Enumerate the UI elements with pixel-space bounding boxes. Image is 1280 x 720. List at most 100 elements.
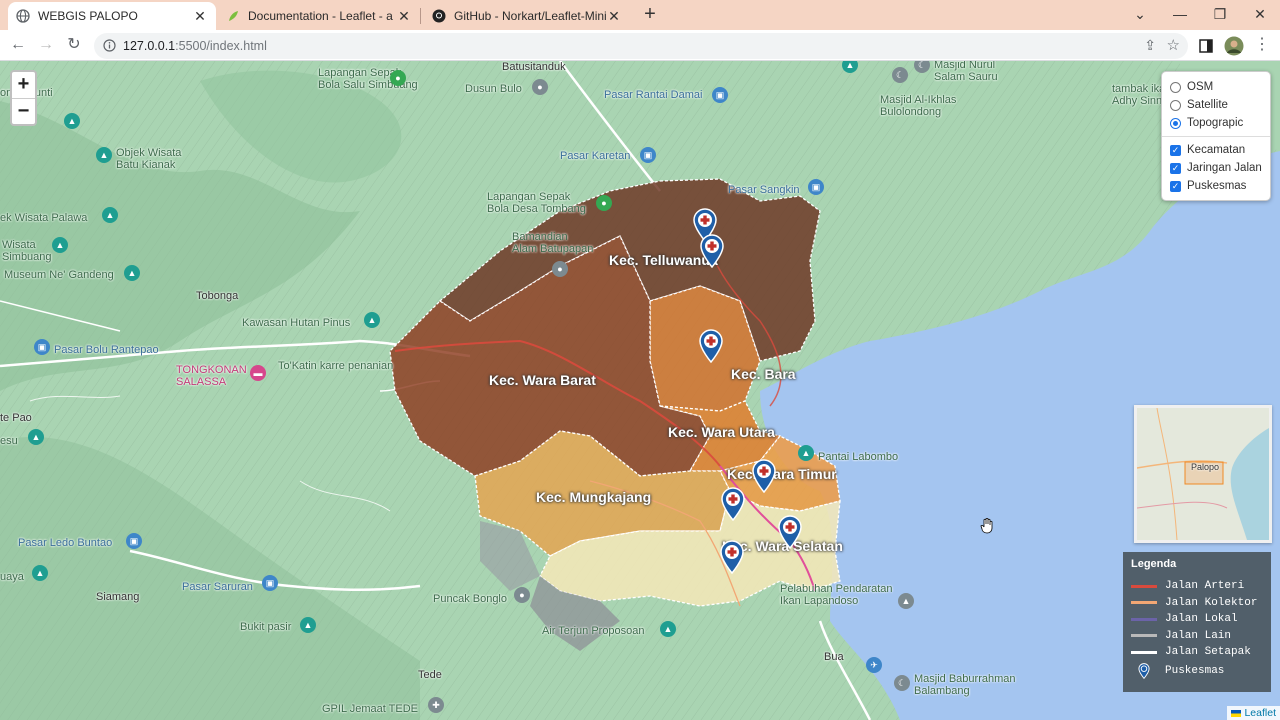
tourist-icon[interactable]: ▲ <box>364 312 380 328</box>
tourist-icon[interactable]: ▲ <box>660 621 676 637</box>
place-pin-icon[interactable]: ● <box>532 79 548 95</box>
place-label: To'Katin karre penanian <box>278 360 394 372</box>
tourist-icon[interactable]: ▲ <box>798 445 814 461</box>
puskesmas-marker[interactable] <box>699 234 725 268</box>
legend-swatch <box>1131 634 1157 638</box>
globe-icon <box>16 9 30 23</box>
reload-button[interactable]: ↻ <box>62 34 86 58</box>
close-tab-icon[interactable]: ✕ <box>192 8 208 25</box>
tab-webgis[interactable]: WEBGIS PALOPO ✕ <box>8 2 216 30</box>
shop-icon[interactable]: ▣ <box>34 339 50 355</box>
menu-icon[interactable]: ⋮ <box>1250 34 1274 58</box>
maximize-button[interactable]: ❐ <box>1200 0 1240 30</box>
minimap[interactable]: Palopo <box>1134 405 1272 543</box>
profile-avatar[interactable] <box>1222 34 1246 58</box>
shop-icon[interactable]: ▣ <box>712 87 728 103</box>
district-label: Kec. Bara <box>731 366 796 382</box>
puskesmas-marker[interactable] <box>777 515 803 549</box>
mosque-icon[interactable]: ☾ <box>892 67 908 83</box>
overlay-option-kecamatan[interactable]: ✓ Kecamatan <box>1170 141 1262 159</box>
place-label: Pelabuhan Pendaratan Ikan Lapandoso <box>780 583 893 607</box>
puskesmas-marker-icon <box>1131 662 1157 679</box>
shop-icon[interactable]: ▣ <box>126 533 142 549</box>
airport-icon[interactable]: ✈ <box>866 657 882 673</box>
zoom-out-button[interactable]: − <box>12 98 35 124</box>
place-label: Pasar Sangkin <box>728 184 800 196</box>
park-icon[interactable]: ● <box>390 70 406 86</box>
address-bar[interactable]: 127.0.0.1:5500/index.html ⇪ ☆ <box>94 33 1188 59</box>
layer-option-osm[interactable]: OSM <box>1170 78 1262 96</box>
place-pin-icon[interactable]: ● <box>514 587 530 603</box>
checkbox-jaringan-jalan[interactable]: ✓ <box>1170 162 1181 174</box>
map-container[interactable]: Lapangan Sepak Bola Salu Simbuang Batusi… <box>0 61 1280 720</box>
layer-option-satellite[interactable]: Satellite <box>1170 96 1262 114</box>
place-label: Pantai Labombo <box>818 451 899 463</box>
back-button[interactable]: ← <box>6 34 30 58</box>
legend-label: Jalan Setapak <box>1165 646 1251 659</box>
radio-topographic[interactable] <box>1170 117 1181 129</box>
zoom-control: + − <box>10 70 37 126</box>
legend-swatch <box>1131 584 1157 588</box>
puskesmas-marker[interactable] <box>751 459 777 493</box>
legend-item-setapak: Jalan Setapak <box>1131 644 1263 661</box>
building-icon[interactable]: ▲ <box>898 593 914 609</box>
radio-satellite[interactable] <box>1170 99 1181 111</box>
new-tab-button[interactable]: + <box>638 3 662 27</box>
place-label: esu <box>0 435 18 447</box>
checkbox-kecamatan[interactable]: ✓ <box>1170 144 1181 156</box>
minimize-button[interactable]: — <box>1160 0 1200 30</box>
legend-item-arteri: Jalan Arteri <box>1131 578 1263 595</box>
tab-search-icon[interactable]: ⌄ <box>1120 0 1160 30</box>
district-label: Kec. Wara Timur <box>727 466 837 482</box>
shop-icon[interactable]: ▣ <box>262 575 278 591</box>
legend-label: Jalan Arteri <box>1165 580 1245 593</box>
checkbox-puskesmas[interactable]: ✓ <box>1170 180 1181 192</box>
side-panel-icon[interactable] <box>1194 34 1218 58</box>
puskesmas-marker[interactable] <box>698 329 724 363</box>
shop-icon[interactable]: ▣ <box>808 179 824 195</box>
tab-strip: WEBGIS PALOPO ✕ Documentation - Leaflet … <box>0 0 1280 30</box>
tab-github[interactable]: GitHub - Norkart/Leaflet-MiniMap ✕ <box>424 2 630 30</box>
close-window-button[interactable]: ✕ <box>1240 0 1280 30</box>
park-icon[interactable]: ● <box>596 195 612 211</box>
place-label: TONGKONAN SALASSA <box>176 364 247 388</box>
tourist-icon[interactable]: ▲ <box>28 429 44 445</box>
legend-item-puskesmas: Puskesmas <box>1131 662 1263 680</box>
mosque-icon[interactable]: ☾ <box>894 675 910 691</box>
zoom-in-button[interactable]: + <box>12 72 35 98</box>
tab-title: GitHub - Norkart/Leaflet-MiniMap <box>454 9 606 23</box>
tourist-icon[interactable]: ▲ <box>32 565 48 581</box>
puskesmas-marker[interactable] <box>720 487 746 521</box>
tourist-icon[interactable]: ▲ <box>52 237 68 253</box>
shop-icon[interactable]: ▣ <box>640 147 656 163</box>
place-label: Kawasan Hutan Pinus <box>242 317 351 329</box>
tourist-icon[interactable]: ▲ <box>96 147 112 163</box>
hotel-icon[interactable]: ▬ <box>250 365 266 381</box>
tab-leaflet-docs[interactable]: Documentation - Leaflet - a JavaScript ✕ <box>218 2 420 30</box>
close-tab-icon[interactable]: ✕ <box>396 8 412 25</box>
place-label: GPIL Jemaat TEDE <box>322 703 418 715</box>
layer-label: Satellite <box>1187 99 1228 111</box>
place-label: Tede <box>418 669 442 681</box>
share-icon[interactable]: ⇪ <box>1144 37 1156 54</box>
attribution-link[interactable]: Leaflet <box>1244 707 1276 719</box>
tourist-icon[interactable]: ▲ <box>64 113 80 129</box>
info-icon[interactable] <box>103 39 116 57</box>
place-label: Bua <box>824 651 844 663</box>
bookmark-star-icon[interactable]: ☆ <box>1167 36 1180 54</box>
forward-button[interactable]: → <box>34 34 58 58</box>
ukraine-flag-icon <box>1231 709 1242 717</box>
tourist-icon[interactable]: ▲ <box>102 207 118 223</box>
layer-option-topographic[interactable]: Topograpic <box>1170 114 1262 132</box>
church-icon[interactable]: ✚ <box>428 697 444 713</box>
park-icon[interactable]: ● <box>552 261 568 277</box>
tourist-icon[interactable]: ▲ <box>300 617 316 633</box>
overlay-option-puskesmas[interactable]: ✓ Puskesmas <box>1170 177 1262 195</box>
tourist-icon[interactable]: ▲ <box>124 265 140 281</box>
radio-osm[interactable] <box>1170 81 1181 93</box>
overlay-option-jaringan-jalan[interactable]: ✓ Jaringan Jalan <box>1170 159 1262 177</box>
place-label: Masjid Baburrahman Balambang <box>914 673 1016 697</box>
close-tab-icon[interactable]: ✕ <box>606 8 622 25</box>
attribution[interactable]: Leaflet <box>1227 706 1280 720</box>
puskesmas-marker[interactable] <box>719 540 745 574</box>
